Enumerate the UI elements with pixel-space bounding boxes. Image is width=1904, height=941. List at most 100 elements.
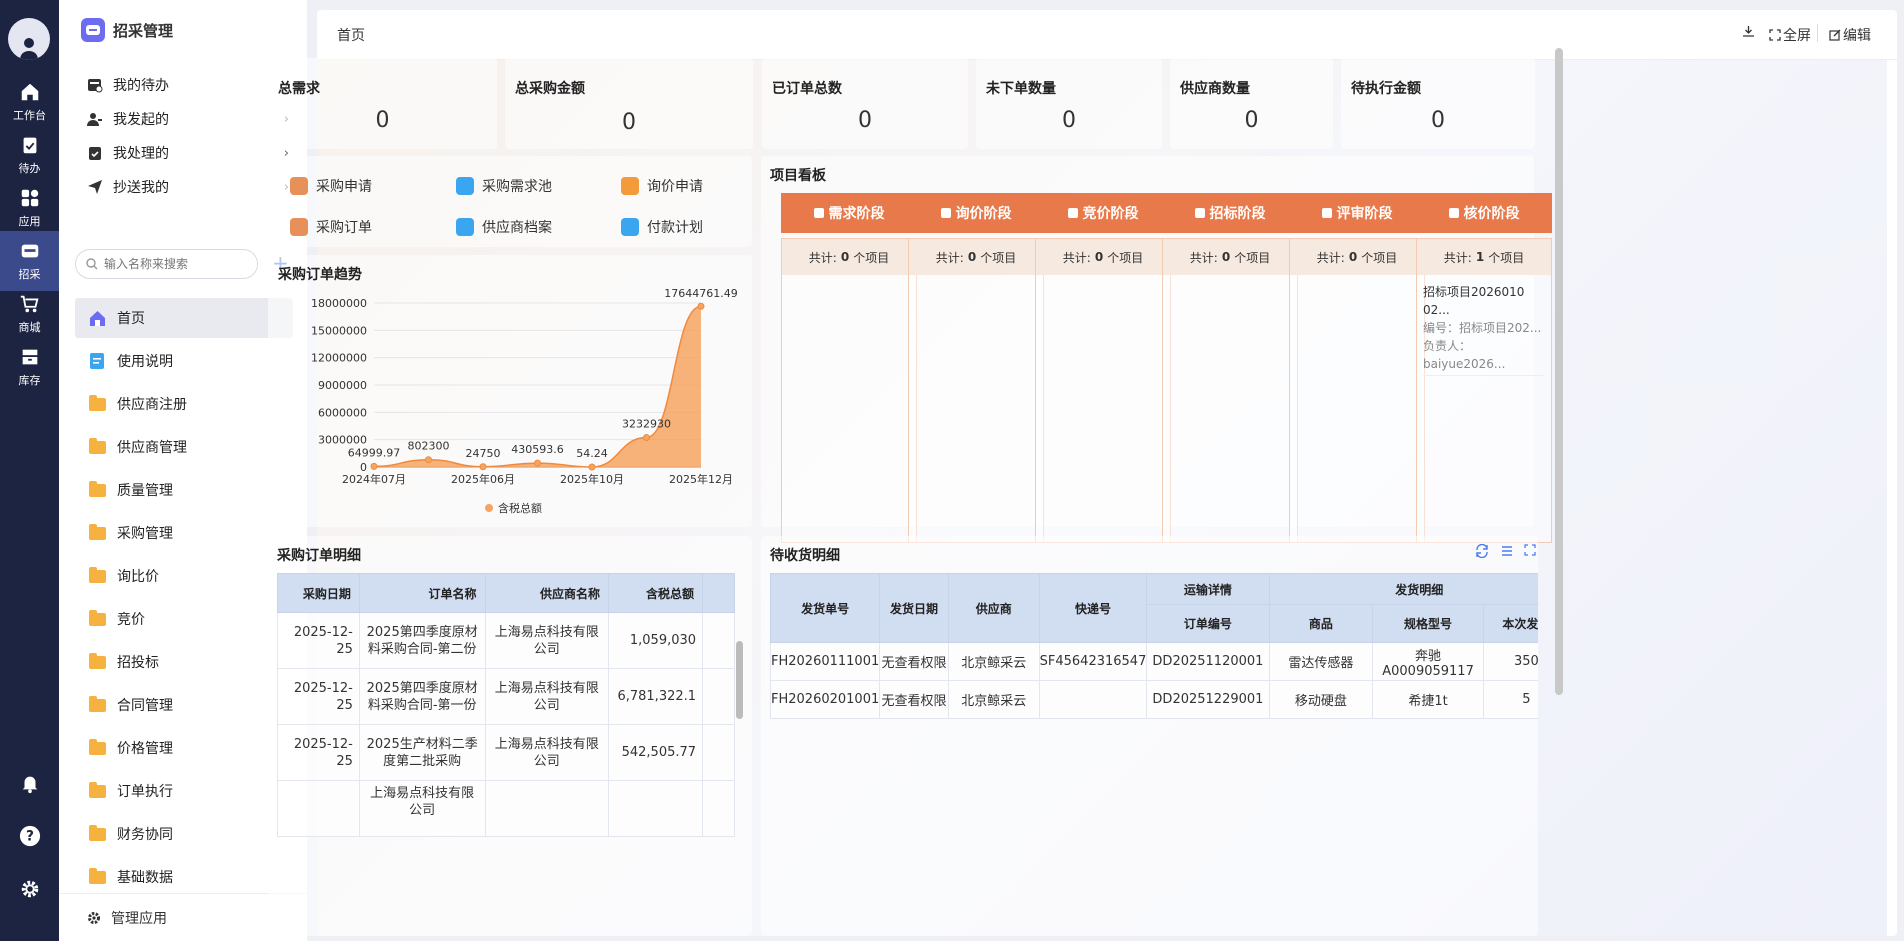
column-header-spacer xyxy=(702,573,735,613)
nav-order-exec[interactable]: 订单执行 xyxy=(75,771,293,811)
table-cell-spacer xyxy=(702,724,735,781)
help-button[interactable]: ? xyxy=(0,818,59,858)
stat-value: 0 xyxy=(375,108,390,133)
order-detail-card: 采购订单明细 采购日期 订单名称 供应商名称 含税总额 2025-12-25 2025第四… xyxy=(268,536,752,936)
stat-card: 未下单数量 0 xyxy=(976,58,1162,149)
rail-item-procurement[interactable]: 招采 xyxy=(0,231,59,291)
settings-button[interactable] xyxy=(0,871,59,911)
bar-chart-icon xyxy=(940,208,951,218)
main-scrollbar[interactable] xyxy=(1555,48,1563,695)
column-header[interactable]: 快递号 xyxy=(1038,573,1148,643)
table-cell: 上海易点科技有限公司 xyxy=(484,668,610,725)
nav-finance[interactable]: 财务协同 xyxy=(75,814,293,854)
table-row[interactable]: 2025-12-25 2025第四季度原材料采购合同-第一份 上海易点科技有限公司 6… xyxy=(277,668,735,725)
expand-button[interactable] xyxy=(1524,544,1536,560)
columns-button[interactable] xyxy=(1500,544,1514,562)
column-header[interactable]: 商品 xyxy=(1268,604,1374,643)
quick-link[interactable]: 采购需求池 xyxy=(456,176,552,196)
stat-card: 待执行金额 0 xyxy=(1341,58,1535,149)
table-row[interactable]: FH20260201001 无查看权限 北京鲸采云 DD20251229001 移动硬盘… xyxy=(770,680,1538,719)
rail-item-workbench[interactable]: 工作台 xyxy=(0,72,59,132)
x-tick-label: 2025年10月 xyxy=(560,472,624,486)
table-cell: SF45642316547 xyxy=(1038,642,1148,681)
nav-usage-guide[interactable]: 使用说明 xyxy=(75,341,293,381)
nav-label: 质量管理 xyxy=(117,483,173,499)
data-point[interactable] xyxy=(588,463,596,471)
sidebar-search xyxy=(75,249,258,279)
refresh-button[interactable] xyxy=(1475,543,1489,562)
column-header[interactable]: 本次发货 xyxy=(1482,604,1538,643)
column-header[interactable]: 订单名称 xyxy=(358,573,486,613)
rail-item-apps[interactable]: 应用 xyxy=(0,178,59,238)
orders-scrollbar[interactable] xyxy=(736,641,743,719)
nav-supplier-manage[interactable]: 供应商管理 xyxy=(75,427,293,467)
stage-header[interactable]: 询价阶段 xyxy=(908,193,1044,233)
column-header[interactable]: 采购日期 xyxy=(277,573,360,613)
quick-link-icon xyxy=(290,218,308,236)
table-cell: 2025-12-25 xyxy=(277,724,360,781)
avatar[interactable] xyxy=(8,18,50,60)
column-header[interactable]: 订单编号 xyxy=(1146,604,1270,643)
fullscreen-icon xyxy=(1524,544,1536,556)
data-point[interactable] xyxy=(697,302,705,310)
stage-column: 共计: 0 个项目 xyxy=(781,238,917,543)
stage-header[interactable]: 招标阶段 xyxy=(1162,193,1298,233)
nav-tender[interactable]: 招投标 xyxy=(75,642,293,682)
table-cell: 350 xyxy=(1482,642,1538,681)
rail-item-inventory[interactable]: 库存 xyxy=(0,337,59,397)
data-point[interactable] xyxy=(425,456,432,464)
table-row[interactable]: 上海易点科技有限公司 xyxy=(277,780,735,837)
nav-quality[interactable]: 质量管理 xyxy=(75,470,293,510)
table-row[interactable]: 2025-12-25 2025第四季度原材料采购合同-第二份 上海易点科技有限公司 1… xyxy=(277,612,735,669)
column-header[interactable]: 含税总额 xyxy=(608,573,704,613)
data-point[interactable] xyxy=(370,462,378,470)
column-header[interactable]: 供应商名称 xyxy=(484,573,610,613)
nav-contract[interactable]: 合同管理 xyxy=(75,685,293,725)
nav-base-data[interactable]: 基础数据 xyxy=(75,857,293,897)
nav-purchase[interactable]: 采购管理 xyxy=(75,513,293,553)
stage-header[interactable]: 需求阶段 xyxy=(781,193,917,233)
rail-item-mall[interactable]: 商城 xyxy=(0,284,59,344)
table-row[interactable]: FH20260111001 无查看权限 北京鲸采云 SF45642316547 DD20… xyxy=(770,642,1538,681)
column-header[interactable]: 发货日期 xyxy=(879,573,949,643)
data-point[interactable] xyxy=(479,463,487,471)
stage-header[interactable]: 核价阶段 xyxy=(1416,193,1552,233)
stage-label: 竞价阶段 xyxy=(1082,206,1139,222)
column-header[interactable]: 规格型号 xyxy=(1372,604,1484,643)
project-card[interactable]: 招标项目2026010​02... 编号：招标项目202... 负责人：baiyue… xyxy=(1417,275,1551,384)
legend-label[interactable]: 含税总额 xyxy=(498,501,542,515)
y-tick-label: 9000000 xyxy=(318,379,367,392)
data-point[interactable] xyxy=(643,434,650,442)
stage-header[interactable]: 竞价阶段 xyxy=(1035,193,1171,233)
quick-link[interactable]: 采购订单 xyxy=(290,217,372,237)
nav-inquiry[interactable]: 询比价 xyxy=(75,556,293,596)
nav-supplier-register[interactable]: 供应商注册 xyxy=(75,384,293,424)
folder-icon xyxy=(89,695,106,712)
column-header[interactable]: 发货单号 xyxy=(770,573,881,643)
nav-label: 基础数据 xyxy=(117,870,173,886)
table-row[interactable]: 2025-12-25 2025生产材料二季度第二批采购 上海易点科技有限公司 542,… xyxy=(277,724,735,781)
search-input[interactable] xyxy=(104,257,244,271)
rail-item-todo[interactable]: 待办 xyxy=(0,125,59,185)
list-icon xyxy=(1502,546,1512,556)
edit-button[interactable]: 编辑 xyxy=(1829,25,1871,45)
nav-home[interactable]: 首页 xyxy=(75,298,293,338)
quick-link[interactable]: 付款计划 xyxy=(621,217,703,237)
quick-link[interactable]: 供应商档案 xyxy=(456,217,552,237)
quick-link-label: 付款计划 xyxy=(647,220,703,236)
nav-price[interactable]: 价格管理 xyxy=(75,728,293,768)
column-header[interactable]: 供应商 xyxy=(947,573,1040,643)
count-suffix: 个项目 xyxy=(1361,250,1398,265)
quick-link[interactable]: 采购申请 xyxy=(290,176,372,196)
count-value: 0 xyxy=(1221,250,1231,264)
download-button[interactable] xyxy=(1742,25,1755,38)
fullscreen-button[interactable]: 全屏 xyxy=(1769,25,1811,45)
data-point[interactable] xyxy=(534,459,541,467)
table-cell: 无查看权限 xyxy=(879,642,949,681)
quick-link[interactable]: 询价申请 xyxy=(621,176,703,196)
folder-icon xyxy=(89,480,106,497)
count-prefix: 共计: xyxy=(1062,250,1091,265)
stage-header[interactable]: 评审阶段 xyxy=(1289,193,1425,233)
notifications-button[interactable] xyxy=(0,765,59,805)
nav-bidding[interactable]: 竞价 xyxy=(75,599,293,639)
